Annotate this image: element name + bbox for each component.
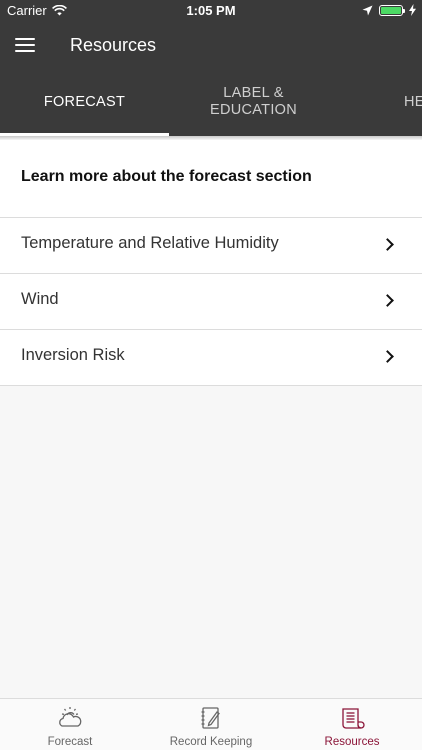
list-item-temperature-humidity[interactable]: Temperature and Relative Humidity: [0, 218, 422, 274]
resource-list: Temperature and Relative Humidity Wind I…: [0, 218, 422, 386]
tab-label-education-label: LABEL & EDUCATION: [209, 85, 298, 118]
hamburger-menu-icon[interactable]: [15, 38, 35, 52]
tab-bar: FORECAST LABEL & EDUCATION HE: [0, 68, 422, 136]
list-item-label: Inversion Risk: [21, 346, 125, 364]
nav-forecast-label: Forecast: [47, 736, 93, 748]
nav-forecast[interactable]: Forecast: [0, 699, 140, 750]
nav-resources-label: Resources: [324, 736, 380, 748]
tab-he[interactable]: HE: [338, 68, 422, 136]
document-icon: [342, 708, 365, 729]
tab-forecast-label: FORECAST: [43, 93, 126, 110]
tab-label-education[interactable]: LABEL & EDUCATION: [169, 68, 338, 136]
status-right: [362, 4, 416, 16]
chevron-right-icon: [381, 238, 394, 251]
nav-record-keeping[interactable]: Record Keeping: [141, 699, 281, 750]
charging-bolt-icon: [409, 4, 416, 16]
list-item-label: Temperature and Relative Humidity: [21, 234, 279, 252]
bottom-nav: Forecast Record Keeping Resources: [0, 698, 422, 750]
tab-he-label: HE: [404, 93, 422, 110]
list-item-inversion-risk[interactable]: Inversion Risk: [0, 330, 422, 386]
app-bar: Resources: [0, 22, 422, 68]
tab-forecast[interactable]: FORECAST: [0, 68, 169, 136]
battery-icon: [379, 4, 405, 16]
section-header-text: Learn more about the forecast section: [21, 168, 312, 185]
status-time: 1:05 PM: [186, 3, 236, 18]
chevron-right-icon: [381, 350, 394, 363]
nav-record-keeping-label: Record Keeping: [169, 736, 253, 748]
list-item-label: Wind: [21, 290, 59, 308]
page-title: Resources: [70, 35, 157, 55]
status-bar: Carrier 1:05 PM: [0, 0, 422, 22]
chevron-right-icon: [381, 294, 394, 307]
notebook-pencil-icon: [201, 707, 220, 729]
section-header: Learn more about the forecast section: [0, 140, 422, 218]
nav-resources[interactable]: Resources: [282, 699, 422, 750]
location-arrow-icon: [362, 5, 373, 15]
cloud-sun-icon: [59, 707, 82, 727]
list-item-wind[interactable]: Wind: [0, 274, 422, 330]
